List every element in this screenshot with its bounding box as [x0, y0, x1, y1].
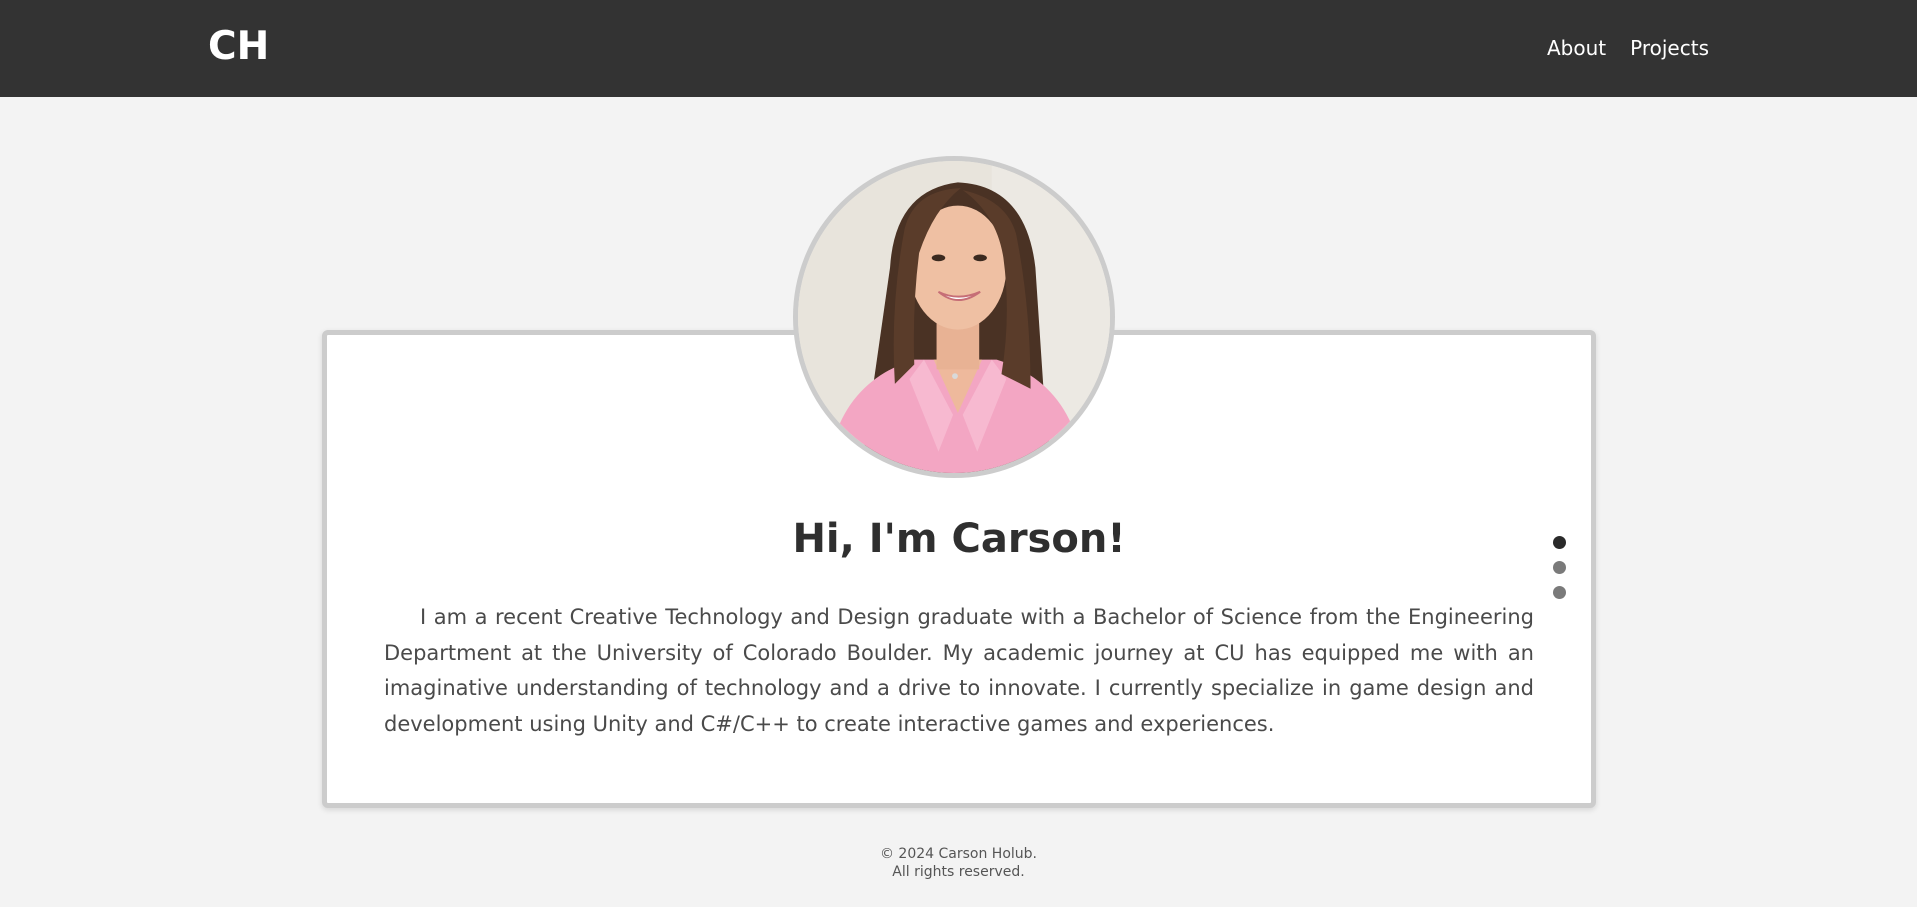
site-logo[interactable]: CH [208, 24, 269, 69]
rights-text: All rights reserved. [892, 864, 1025, 880]
carousel-dot-3[interactable] [1553, 586, 1566, 599]
profile-photo-image [798, 161, 1110, 473]
page-title: Hi, I'm Carson! [792, 516, 1126, 562]
carousel-indicator [1553, 536, 1566, 599]
carousel-dot-2[interactable] [1553, 561, 1566, 574]
profile-photo [793, 156, 1115, 478]
nav-links: About Projects [1547, 36, 1709, 60]
carousel-dot-1[interactable] [1553, 536, 1566, 549]
bio-text: I am a recent Creative Technology and De… [384, 605, 1534, 736]
nav-link-about[interactable]: About [1547, 36, 1606, 60]
footer: © 2024 Carson Holub. All rights reserved… [0, 845, 1917, 881]
copyright-text: © 2024 Carson Holub. [879, 846, 1037, 862]
nav-link-projects[interactable]: Projects [1630, 36, 1709, 60]
navbar: CH About Projects [0, 0, 1917, 97]
